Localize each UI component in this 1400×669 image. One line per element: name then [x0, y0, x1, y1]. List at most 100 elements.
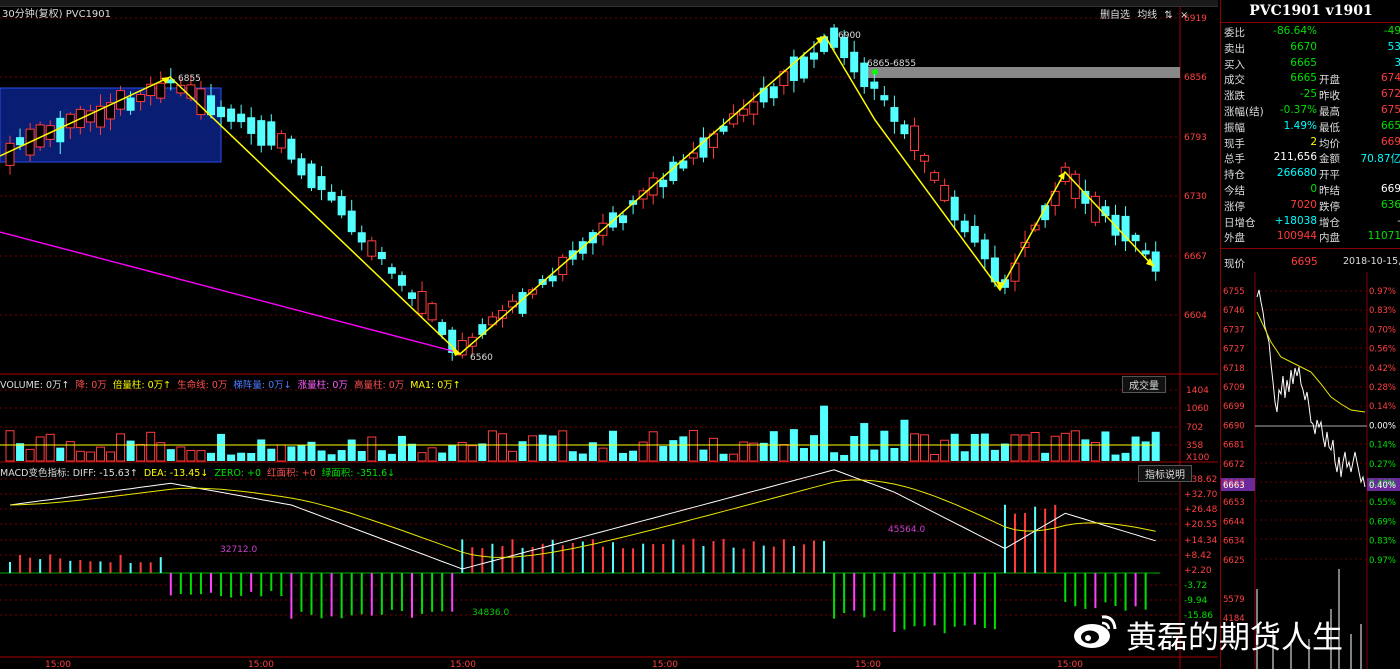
volume-bar	[598, 447, 608, 462]
quote-value: 100944	[1276, 230, 1317, 243]
quote-title: PVC1901 v1901	[1249, 3, 1373, 19]
volume-bar	[367, 436, 377, 462]
candle-body	[1151, 251, 1160, 272]
remove-watchlist-button[interactable]: 删自选	[1100, 6, 1130, 21]
volume-bar	[467, 445, 477, 462]
quote-value: 0	[1310, 183, 1317, 195]
volume-indicator-button[interactable]: 成交量	[1122, 376, 1166, 393]
volume-bar	[659, 446, 668, 461]
volume-bar	[1030, 431, 1040, 462]
volume-bar	[830, 452, 839, 461]
volume-bar	[719, 453, 728, 461]
current-date: 2018-10-15,-	[1343, 256, 1400, 267]
volume-tick: 1404	[1186, 386, 1209, 396]
intraday-price-tick: 6709	[1223, 383, 1245, 393]
volume-bar	[920, 434, 930, 462]
volume-legend-item: 生命线: 0万	[177, 380, 228, 391]
quote-label: 最低	[1319, 121, 1340, 134]
volume-bar	[840, 454, 849, 461]
intraday-price-tick: 6634	[1223, 537, 1245, 547]
quote-value: 11071	[1367, 230, 1400, 243]
macd-tick: +32.70	[1184, 490, 1218, 500]
volume-bar	[1020, 434, 1030, 462]
candle-body	[287, 138, 296, 160]
intraday-price-tick: 6746	[1223, 306, 1245, 316]
intraday-chart: 6755 6746 6737 6727 6718 6709 6699 6690 6681 6672…	[1221, 272, 1400, 669]
candle-body	[850, 51, 859, 73]
candle-body	[217, 106, 226, 118]
toggle-icon[interactable]: ⇅	[1164, 10, 1172, 21]
quote-label: 金额	[1319, 153, 1340, 166]
candle-body	[910, 125, 919, 152]
volume-bar	[1121, 452, 1130, 461]
volume-bar	[166, 449, 175, 461]
indicator-help-button[interactable]: 指标说明	[1138, 465, 1192, 482]
volume-bar	[950, 433, 959, 461]
volume-bar	[1060, 432, 1070, 462]
moving-average-button[interactable]: 均线	[1137, 6, 1157, 21]
candle-body	[16, 137, 25, 146]
volume-bar	[247, 452, 256, 461]
candle-body	[749, 101, 759, 115]
macd-tick: +26.48	[1184, 505, 1218, 515]
chart-controls: 删自选 均线 ⇅ ×	[1100, 6, 1192, 21]
support-trendline	[0, 231, 461, 354]
candle-body	[619, 215, 628, 224]
volume-legend-item: 梯阵量: 0万↓	[233, 380, 292, 391]
candle-body	[518, 292, 527, 314]
quote-value: 266680	[1276, 167, 1317, 180]
candle-body	[367, 240, 377, 257]
candle-body	[317, 176, 326, 191]
quote-row: 涨幅(结) -0.37% 最高 675	[1221, 104, 1400, 120]
macd-area-note: 34836.0	[472, 608, 509, 618]
volume-bar	[287, 446, 296, 461]
candle-body	[920, 154, 930, 162]
volume-bar	[35, 436, 45, 462]
time-tick: 15:00	[855, 660, 881, 669]
quote-label: 开平	[1319, 169, 1340, 182]
candle-body	[830, 27, 839, 48]
zone-marker	[872, 69, 878, 75]
quote-value: 675	[1380, 104, 1400, 116]
macd-tick: +20.55	[1184, 520, 1217, 530]
quote-value: 3	[1394, 56, 1400, 69]
volume-bar	[357, 450, 366, 461]
highlight-pct: 0.40%	[1369, 481, 1396, 491]
intraday-price-line	[1256, 289, 1366, 488]
volume-bar	[629, 450, 638, 461]
candle-body	[307, 163, 316, 189]
macd-tick: -9.94	[1184, 596, 1208, 606]
quote-value: 6665	[1290, 72, 1317, 85]
chart-header: 30分钟(复权) PVC1901	[2, 5, 111, 20]
volume-bar	[820, 405, 829, 461]
volume-bar	[699, 449, 708, 461]
volume-bar	[548, 435, 557, 461]
quote-label: 昨收	[1319, 90, 1340, 103]
intraday-price-tick: 6681	[1223, 441, 1245, 451]
volume-bar	[75, 450, 85, 462]
volume-bar	[518, 441, 527, 461]
volume-bar	[5, 430, 15, 462]
quote-value: -0.37%	[1279, 104, 1317, 116]
volume-bar	[1070, 430, 1080, 462]
intraday-left-axis: 6755 6746 6737 6727 6718 6709 6699 6690 6681 6672…	[1223, 287, 1245, 624]
weibo-logo-icon	[1070, 612, 1120, 652]
intraday-pct-tick: 0.83%	[1369, 537, 1396, 547]
volume-bar	[769, 431, 778, 461]
quote-label: 卖出	[1224, 42, 1245, 55]
intraday-price-tick: 6699	[1223, 402, 1245, 412]
volume-bar	[276, 444, 286, 462]
close-icon[interactable]: ×	[1180, 10, 1188, 21]
candle-body	[408, 292, 416, 299]
volume-bar	[538, 434, 547, 461]
volume-bar	[16, 443, 25, 461]
period-label[interactable]: 30分钟(复权)	[2, 9, 63, 20]
volume-bar	[1041, 452, 1050, 461]
price-grid	[0, 17, 1180, 316]
quote-label: 内盘	[1319, 232, 1340, 245]
volume-bar	[106, 451, 115, 462]
time-tick: 15:00	[1057, 660, 1083, 669]
candle-body	[207, 95, 215, 116]
intraday-price-tick: 6737	[1223, 325, 1245, 335]
volume-bar	[970, 433, 979, 461]
